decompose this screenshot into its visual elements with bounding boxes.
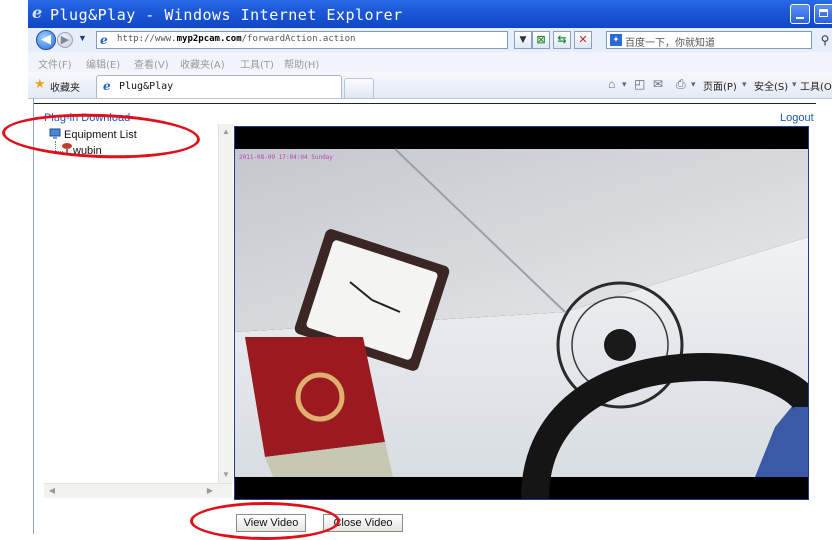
home-dropdown-icon[interactable]: ▾	[622, 77, 627, 91]
menu-view[interactable]: 查看(V)	[134, 56, 169, 71]
safety-dropdown-icon[interactable]: ▾	[792, 77, 797, 91]
forward-button[interactable]: ▶	[57, 32, 73, 48]
favorites-star-icon[interactable]: ★	[34, 77, 46, 91]
print-dropdown-icon[interactable]: ▾	[691, 77, 696, 91]
scroll-up-icon[interactable]: ▲	[220, 126, 232, 138]
logout-link[interactable]: Logout	[780, 112, 814, 124]
menu-tools[interactable]: 工具(T)	[240, 56, 274, 71]
menu-bar: 文件(F) 编辑(E) 查看(V) 收藏夹(A) 工具(T) 帮助(H)	[28, 52, 832, 73]
annotation-circle-view-video	[190, 502, 340, 540]
compatibility-icon[interactable]: ⊠	[532, 31, 550, 49]
address-dropdown-button[interactable]: ▼	[514, 31, 532, 49]
page-dropdown-icon[interactable]: ▾	[742, 77, 747, 91]
baidu-icon: ✦	[610, 34, 622, 46]
refresh-icon[interactable]: ⇆	[553, 31, 571, 49]
menu-edit[interactable]: 编辑(E)	[86, 56, 120, 71]
ie-logo-icon: e	[32, 3, 43, 22]
tab-label: Plug&Play	[119, 81, 174, 92]
search-placeholder: 百度一下，你就知道	[625, 38, 715, 49]
menu-file[interactable]: 文件(F)	[38, 56, 72, 71]
page-menu[interactable]: 页面(P)	[703, 78, 737, 93]
search-icon[interactable]: ⚲	[816, 31, 832, 49]
minimize-button[interactable]	[790, 4, 810, 24]
favorites-bar: ★ 收藏夹 e Plug&Play ⌂ ▾ ◰ ✉ ⎙ ▾ 页面(P) ▾ 安全…	[28, 72, 832, 99]
search-input[interactable]: ✦ 百度一下，你就知道	[606, 31, 812, 49]
scroll-right-icon[interactable]: ▶	[204, 485, 216, 497]
tab-page-icon: e	[103, 79, 111, 93]
new-tab-button[interactable]	[344, 78, 374, 98]
video-player[interactable]: 2011-08-09 17:04:04 Sunday	[234, 126, 809, 500]
history-dropdown-icon[interactable]: ▼	[78, 33, 87, 43]
menu-favorites[interactable]: 收藏夹(A)	[180, 56, 225, 71]
left-edge	[0, 0, 28, 534]
safety-menu[interactable]: 安全(S)	[754, 78, 788, 93]
annotation-circle-equipment-list	[1, 110, 201, 162]
url-text: http://www.myp2pcam.com/forwardAction.ac…	[117, 34, 356, 44]
menu-help[interactable]: 帮助(H)	[284, 56, 319, 71]
page-icon: e	[100, 33, 108, 47]
maximize-button[interactable]	[814, 4, 832, 24]
home-icon[interactable]: ⌂	[608, 77, 615, 91]
scroll-left-icon[interactable]: ◀	[46, 485, 58, 497]
scroll-down-icon[interactable]: ▼	[220, 469, 232, 481]
feeds-icon[interactable]: ◰	[634, 77, 645, 91]
favorites-button[interactable]: 收藏夹	[50, 79, 80, 94]
title-bar: e Plug&Play - Windows Internet Explorer	[28, 0, 832, 28]
camera-feed-image	[235, 127, 808, 499]
tree-vertical-scrollbar[interactable]: ▲ ▼	[218, 124, 233, 483]
tools-menu[interactable]: 工具(O)	[800, 78, 832, 93]
address-input[interactable]: e http://www.myp2pcam.com/forwardAction.…	[96, 31, 508, 49]
window-title: Plug&Play - Windows Internet Explorer	[50, 6, 403, 24]
mail-icon[interactable]: ✉	[653, 77, 663, 91]
address-toolbar: ◀ ▶ ▼ e http://www.myp2pcam.com/forwardA…	[28, 28, 832, 52]
video-timestamp: 2011-08-09 17:04:04 Sunday	[239, 154, 333, 161]
stop-icon[interactable]: ✕	[574, 31, 592, 49]
back-button[interactable]: ◀	[36, 30, 56, 50]
print-icon[interactable]: ⎙	[676, 77, 686, 91]
content-divider	[34, 103, 816, 104]
tab-plugplay[interactable]: e Plug&Play	[96, 75, 342, 98]
tree-horizontal-scrollbar[interactable]: ◀ ▶	[44, 483, 232, 498]
page-frame-border	[33, 98, 34, 534]
